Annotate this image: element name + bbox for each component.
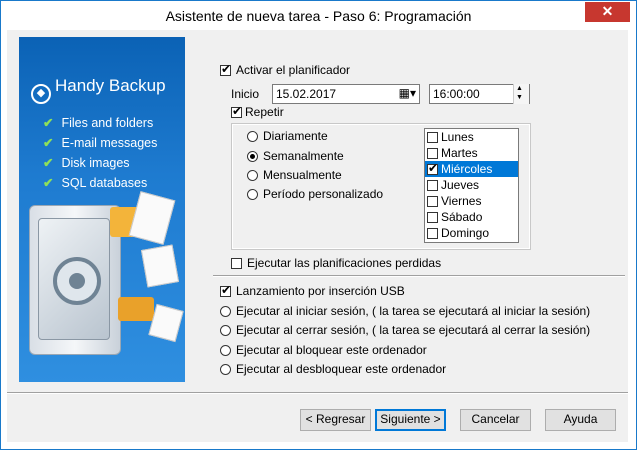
time-spinner[interactable]: ▲ ▼ [513,84,529,104]
start-label: Inicio [231,87,260,101]
weekday-checkbox[interactable] [427,148,438,159]
trigger-radio-lock[interactable] [220,345,231,356]
trigger-label: Ejecutar al cerrar sesión, ( la tarea se… [236,323,591,337]
frequency-radio-custom[interactable] [247,189,258,200]
usb-launch-checkbox[interactable] [220,283,231,297]
help-button[interactable]: Ayuda [545,409,616,431]
weekday-item-jueves[interactable]: Jueves [425,177,518,193]
calendar-dropdown-icon[interactable]: ▦▾ [399,85,416,101]
frequency-radio-monthly[interactable] [247,170,258,181]
brand-logo: ◆ Handy Backup [31,76,166,104]
trigger-label: Ejecutar al iniciar sesión, ( la tarea s… [236,304,591,318]
weekday-checkbox[interactable] [427,228,438,239]
product-banner: ◆ Handy Backup ✔ Files and folders ✔ E-mail… [19,37,185,382]
enable-scheduler-label: Activar el planificador [236,63,351,77]
frequency-label: Período personalizado [263,187,384,201]
feature-item: ✔ E-mail messages [43,136,158,150]
safe-dial-icon [53,257,101,305]
trigger-radio-login[interactable] [220,306,231,317]
weekday-item-viernes[interactable]: Viernes [425,193,518,209]
frequency-radio-daily[interactable] [247,131,258,142]
start-date-picker[interactable]: 15.02.2017 ▦▾ [272,84,420,104]
logo-icon: ◆ [31,84,51,104]
checkmark-icon: ✔ [43,116,54,130]
spin-up-icon[interactable]: ▲ [516,85,523,93]
usb-launch-label: Lanzamiento por inserción USB [236,284,405,298]
frequency-label: Semanalmente [263,149,344,163]
weekday-checkbox[interactable] [427,161,438,175]
enable-scheduler-checkbox[interactable] [220,62,231,76]
start-time-input[interactable]: 16:00:00 ▲ ▼ [429,84,530,104]
frequency-label: Mensualmente [263,168,342,182]
next-button[interactable]: Siguiente > [375,409,446,431]
documents-illustration [104,187,184,357]
trigger-radio-logout[interactable] [220,325,231,336]
repeat-label: Repetir [245,105,284,119]
cancel-button[interactable]: Cancelar [460,409,531,431]
checkmark-icon: ✔ [43,136,54,150]
brand-name: Handy Backup [55,76,166,95]
trigger-radio-unlock[interactable] [220,364,231,375]
weekday-item-miercoles[interactable]: Miércoles [425,161,518,177]
frequency-label: Diariamente [263,129,328,143]
missed-schedules-checkbox[interactable] [231,258,242,269]
back-button[interactable]: < Regresar [300,409,371,431]
frequency-radio-weekly[interactable] [247,151,258,162]
wizard-body: ◆ Handy Backup ✔ Files and folders ✔ E-mail… [7,30,628,442]
window-title: Asistente de nueva tarea - Paso 6: Progr… [165,8,472,24]
weekday-checkbox[interactable] [427,132,438,143]
weekday-checkbox[interactable] [427,180,438,191]
weekday-item-sabado[interactable]: Sábado [425,209,518,225]
weekday-item-domingo[interactable]: Domingo [425,225,518,241]
feature-item: ✔ Files and folders [43,116,154,130]
start-time-value: 16:00:00 [433,87,480,101]
weekday-item-lunes[interactable]: Lunes [425,129,518,145]
section-divider [213,275,625,276]
title-bar[interactable]: Asistente de nueva tarea - Paso 6: Progr… [1,1,636,31]
missed-schedules-label: Ejecutar las planificaciones perdidas [247,256,442,270]
repeat-checkbox[interactable] [231,104,242,118]
weekday-checkbox[interactable] [427,196,438,207]
weekday-listbox[interactable]: Lunes Martes Miércoles Jueves Viernes Sá… [424,128,519,243]
start-date-value: 15.02.2017 [276,87,337,101]
trigger-label: Ejecutar al bloquear este ordenador [236,343,427,357]
checkmark-icon: ✔ [43,176,54,190]
footer-divider [7,392,628,393]
spin-down-icon[interactable]: ▼ [516,94,523,102]
close-button[interactable]: ✕ [585,2,630,22]
feature-item: ✔ Disk images [43,156,130,170]
trigger-label: Ejecutar al desbloquear este ordenador [236,362,447,376]
weekday-checkbox[interactable] [427,212,438,223]
close-icon: ✕ [601,3,614,19]
weekday-item-martes[interactable]: Martes [425,145,518,161]
checkmark-icon: ✔ [43,156,54,170]
